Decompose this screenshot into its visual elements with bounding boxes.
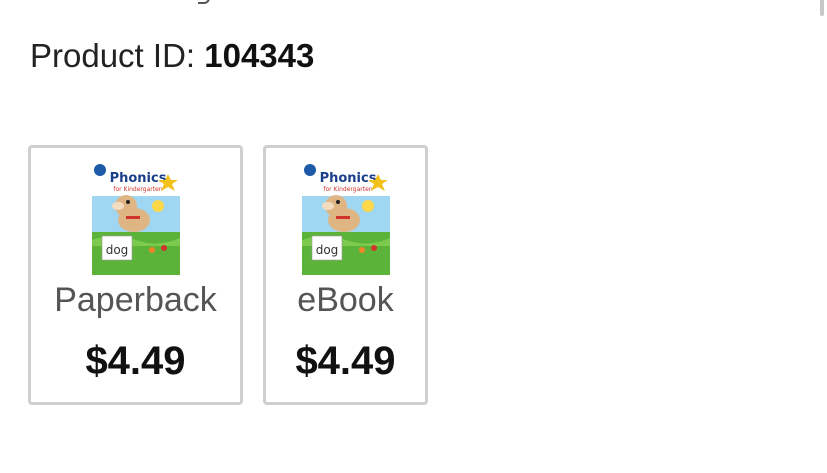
format-price: $4.49 (85, 339, 186, 383)
cover-card-word: dog (315, 243, 338, 257)
cover-card-word: dog (105, 243, 128, 257)
format-price: $4.49 (295, 339, 396, 383)
cover-subtitle: for Kindergarten (323, 186, 372, 193)
format-option-paperback[interactable]: Phonics for Kindergarten dog Paperback $… (28, 145, 243, 405)
format-label: Paperback (54, 281, 217, 319)
clipped-text-fragment (198, 0, 210, 4)
product-id-line: Product ID: 104343 (30, 36, 314, 76)
cover-title: Phonics (319, 171, 376, 186)
product-id-label: Product ID: (30, 37, 196, 74)
cover-title: Phonics (109, 171, 166, 186)
scrollbar-thumb[interactable] (820, 0, 824, 16)
book-cover-image: Phonics for Kindergarten dog (91, 162, 180, 275)
product-format-section: Product ID: 104343 Phonics for Kindergar… (0, 0, 827, 473)
book-cover-image: Phonics for Kindergarten dog (301, 162, 390, 275)
cover-subtitle: for Kindergarten (113, 186, 162, 193)
format-option-ebook[interactable]: Phonics for Kindergarten dog eBook $4.49 (263, 145, 428, 405)
format-label: eBook (297, 281, 394, 319)
product-id-value: 104343 (204, 37, 315, 74)
